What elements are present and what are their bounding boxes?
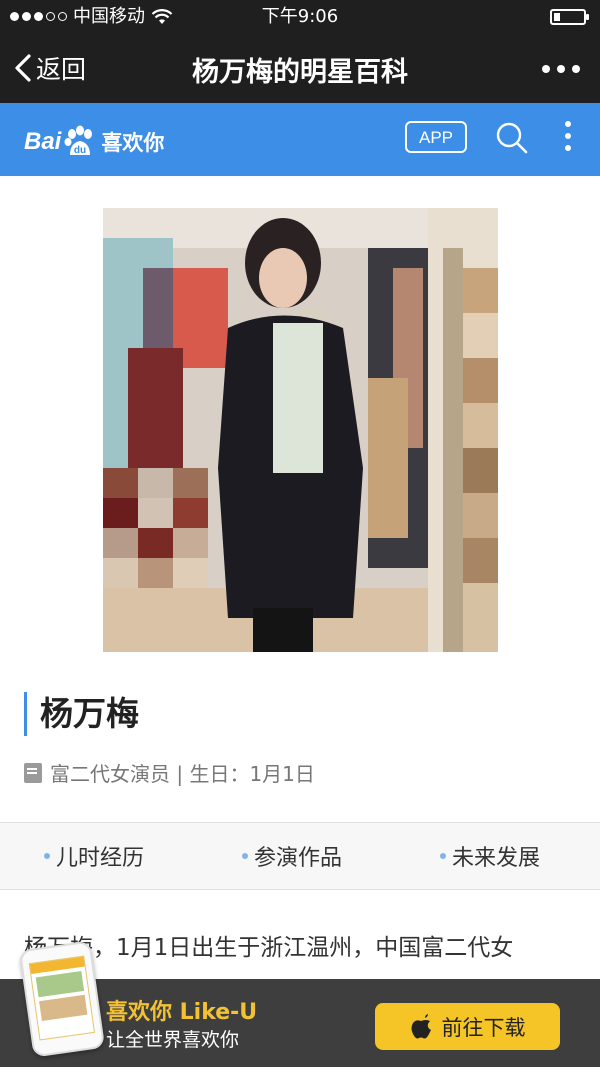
logo-cn-text: 喜欢你 xyxy=(101,131,165,155)
more-options-icon[interactable] xyxy=(542,65,580,73)
section-tabs: 儿时经历 参演作品 未来发展 xyxy=(0,822,600,890)
logo-text: Bai xyxy=(24,128,62,155)
profile-name: 杨万梅 xyxy=(40,694,139,733)
phone-illustration-icon xyxy=(18,940,106,1058)
baidu-paw-icon: du xyxy=(64,125,93,156)
tab-works[interactable]: 参演作品 xyxy=(242,823,342,889)
profile-photo xyxy=(103,208,498,652)
tab-label: 参演作品 xyxy=(254,846,343,871)
battery-icon xyxy=(550,9,589,25)
search-icon[interactable] xyxy=(495,121,529,155)
page-title: 杨万梅的明星百科 xyxy=(192,57,408,88)
bullet-icon xyxy=(44,853,50,859)
status-time: 下午9:06 xyxy=(261,6,339,27)
name-accent-bar xyxy=(24,692,27,736)
bullet-icon xyxy=(242,853,248,859)
nav-bar: 返回 杨万梅的明星百科 xyxy=(0,33,600,103)
profile-subinfo: 富二代女演员 | 生日：1月1日 xyxy=(24,758,315,787)
profile-subtitle: 富二代女演员 | 生日：1月1日 xyxy=(50,762,315,786)
kebab-menu-icon[interactable] xyxy=(565,121,571,151)
baidu-logo[interactable]: Bai du 喜欢你 xyxy=(24,125,164,159)
tab-childhood[interactable]: 儿时经历 xyxy=(44,823,144,889)
apple-icon xyxy=(411,1013,431,1038)
intro-text: 杨万梅，1月1日出生于浙江温州，中国富二代女 xyxy=(24,935,514,961)
status-bar: 中国移动 下午9:06 xyxy=(0,0,600,33)
tab-label: 儿时经历 xyxy=(56,846,145,871)
bullet-icon xyxy=(440,853,446,859)
download-button[interactable]: 前往下载 xyxy=(375,1003,560,1050)
tab-future[interactable]: 未来发展 xyxy=(440,823,540,889)
app-button[interactable]: APP xyxy=(405,121,467,153)
document-icon xyxy=(24,762,42,783)
banner-slogan: 让全世界喜欢你 xyxy=(106,1029,240,1051)
tab-label: 未来发展 xyxy=(452,846,541,871)
logo-paw-text: du xyxy=(74,145,86,156)
banner-brand-title: 喜欢你 Like-U xyxy=(106,1000,258,1025)
download-label: 前往下载 xyxy=(441,1016,526,1040)
